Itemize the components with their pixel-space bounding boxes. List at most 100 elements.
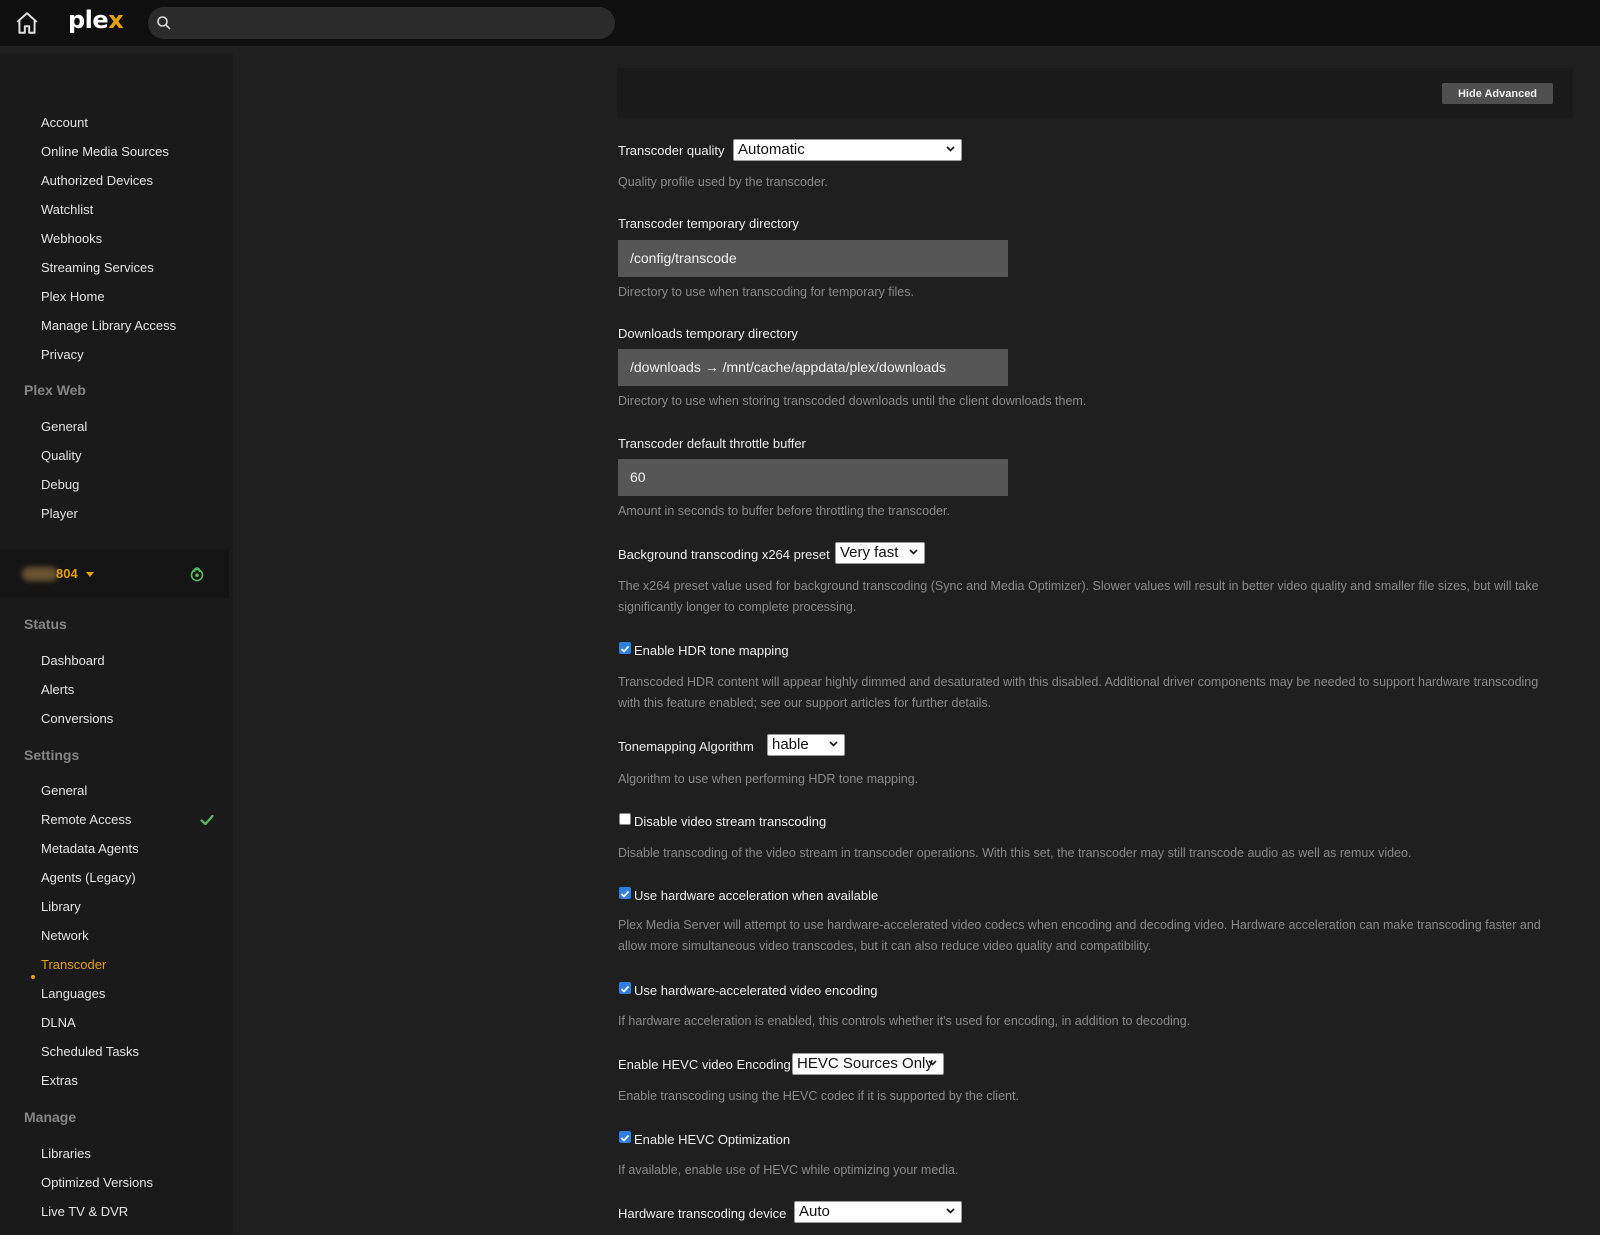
logo-text: ple bbox=[68, 6, 109, 34]
lock-icon bbox=[190, 567, 204, 582]
hevc-optimization-checkbox[interactable] bbox=[619, 1131, 631, 1143]
x264-preset-select[interactable]: Very fast bbox=[835, 542, 925, 564]
sidebar-item-metadata-agents[interactable]: Metadata Agents bbox=[41, 841, 139, 856]
sidebar-item-conversions[interactable]: Conversions bbox=[41, 711, 113, 726]
temp-dir-label: Transcoder temporary directory bbox=[618, 216, 799, 231]
sidebar-heading-status: Status bbox=[24, 616, 67, 632]
sidebar-item-streaming-services[interactable]: Streaming Services bbox=[41, 260, 154, 275]
sidebar-item-watchlist[interactable]: Watchlist bbox=[41, 202, 93, 217]
sidebar-item-account[interactable]: Account bbox=[41, 115, 88, 130]
sidebar-item-plex-home[interactable]: Plex Home bbox=[41, 289, 105, 304]
hardware-acceleration-help: Plex Media Server will attempt to use ha… bbox=[618, 918, 1541, 953]
tonemap-algorithm-label: Tonemapping Algorithm bbox=[618, 739, 754, 754]
temp-dir-input[interactable]: /config/transcode bbox=[618, 240, 1008, 277]
plex-logo[interactable]: plex bbox=[68, 6, 124, 34]
sidebar-item-library[interactable]: Library bbox=[41, 899, 81, 914]
downloads-dir-label: Downloads temporary directory bbox=[618, 326, 798, 341]
throttle-buffer-input[interactable]: 60 bbox=[618, 459, 1008, 496]
tonemap-algorithm-help: Algorithm to use when performing HDR ton… bbox=[618, 772, 919, 786]
checkmark-icon bbox=[620, 1134, 630, 1142]
server-selector[interactable]: 804 bbox=[0, 550, 229, 598]
hevc-encoding-help: Enable transcoding using the HEVC codec … bbox=[618, 1089, 1019, 1103]
sidebar-item-privacy[interactable]: Privacy bbox=[41, 347, 84, 362]
sidebar-item-network[interactable]: Network bbox=[41, 928, 89, 943]
sidebar-item-online-media-sources[interactable]: Online Media Sources bbox=[41, 144, 169, 159]
sidebar-item-live-tv-dvr[interactable]: Live TV & DVR bbox=[41, 1204, 128, 1219]
hide-advanced-button[interactable]: Hide Advanced bbox=[1442, 83, 1553, 104]
transcoder-quality-help: Quality profile used by the transcoder. bbox=[618, 175, 828, 189]
hdr-tone-mapping-help: Transcoded HDR content will appear highl… bbox=[618, 675, 1539, 710]
checkmark-icon bbox=[620, 985, 630, 993]
sidebar-item-optimized-versions[interactable]: Optimized Versions bbox=[41, 1175, 153, 1190]
chevron-down-icon bbox=[829, 741, 838, 747]
sidebar-item-web-player[interactable]: Player bbox=[41, 506, 78, 521]
sidebar-item-languages[interactable]: Languages bbox=[41, 986, 105, 1001]
disable-video-transcoding-checkbox[interactable] bbox=[619, 813, 631, 825]
transcoder-quality-value: Automatic bbox=[738, 141, 805, 158]
sidebar-item-general[interactable]: General bbox=[41, 783, 87, 798]
sidebar-item-web-debug[interactable]: Debug bbox=[41, 477, 79, 492]
downloads-dir-input[interactable]: /downloads → /mnt/cache/appdata/plex/dow… bbox=[618, 349, 1008, 386]
hevc-encoding-label: Enable HEVC video Encoding bbox=[618, 1057, 791, 1072]
tonemap-algorithm-value: hable bbox=[772, 736, 809, 753]
transcoder-quality-select[interactable]: Automatic bbox=[733, 139, 962, 161]
logo-accent: x bbox=[108, 6, 124, 34]
throttle-buffer-label: Transcoder default throttle buffer bbox=[618, 436, 806, 451]
sidebar-item-web-general[interactable]: General bbox=[41, 419, 87, 434]
sidebar-heading-plex-web: Plex Web bbox=[24, 382, 86, 398]
hardware-acceleration-checkbox[interactable] bbox=[619, 887, 631, 899]
sidebar-item-libraries[interactable]: Libraries bbox=[41, 1146, 91, 1161]
sidebar-item-web-quality[interactable]: Quality bbox=[41, 448, 81, 463]
tonemap-algorithm-select[interactable]: hable bbox=[767, 734, 845, 756]
settings-header-panel bbox=[617, 68, 1573, 118]
top-bar: plex bbox=[0, 0, 1600, 46]
check-icon bbox=[200, 814, 214, 826]
sidebar-item-agents-legacy[interactable]: Agents (Legacy) bbox=[41, 870, 136, 885]
x264-preset-value: Very fast bbox=[840, 544, 899, 561]
throttle-buffer-help: Amount in seconds to buffer before throt… bbox=[618, 504, 950, 518]
sidebar-item-dlna[interactable]: DLNA bbox=[41, 1015, 76, 1030]
x264-preset-help: The x264 preset value used for backgroun… bbox=[618, 579, 1539, 614]
hdr-tone-mapping-checkbox[interactable] bbox=[619, 642, 631, 654]
hardware-device-label: Hardware transcoding device bbox=[618, 1206, 787, 1221]
chevron-down-icon bbox=[946, 146, 955, 152]
chevron-down-icon bbox=[909, 549, 918, 555]
chevron-down-icon bbox=[928, 1060, 937, 1066]
hdr-tone-mapping-label[interactable]: Enable HDR tone mapping bbox=[634, 643, 789, 658]
server-name[interactable]: 804 bbox=[56, 566, 78, 581]
sidebar-heading-settings: Settings bbox=[24, 747, 80, 763]
hardware-encoding-help: If hardware acceleration is enabled, thi… bbox=[618, 1014, 1191, 1028]
sidebar-item-manage-library-access[interactable]: Manage Library Access bbox=[41, 318, 176, 333]
hevc-optimization-label[interactable]: Enable HEVC Optimization bbox=[634, 1132, 790, 1147]
hevc-encoding-value: HEVC Sources Only bbox=[797, 1055, 933, 1072]
home-icon[interactable] bbox=[14, 10, 40, 36]
caret-down-icon[interactable] bbox=[86, 572, 94, 577]
hardware-device-select[interactable]: Auto bbox=[794, 1201, 962, 1223]
x264-preset-label: Background transcoding x264 preset bbox=[618, 547, 830, 562]
disable-video-transcoding-help: Disable transcoding of the video stream … bbox=[618, 846, 1412, 860]
sidebar-item-alerts[interactable]: Alerts bbox=[41, 682, 74, 697]
hardware-encoding-checkbox[interactable] bbox=[619, 982, 631, 994]
hevc-encoding-select[interactable]: HEVC Sources Only bbox=[792, 1053, 944, 1075]
transcoder-quality-label: Transcoder quality bbox=[618, 143, 725, 158]
hardware-encoding-label[interactable]: Use hardware-accelerated video encoding bbox=[634, 983, 878, 998]
active-indicator bbox=[31, 975, 35, 979]
temp-dir-help: Directory to use when transcoding for te… bbox=[618, 285, 914, 299]
sidebar-item-scheduled-tasks[interactable]: Scheduled Tasks bbox=[41, 1044, 139, 1059]
downloads-dir-help: Directory to use when storing transcoded… bbox=[618, 394, 1087, 408]
hevc-optimization-help: If available, enable use of HEVC while o… bbox=[618, 1163, 959, 1177]
sidebar-item-authorized-devices[interactable]: Authorized Devices bbox=[41, 173, 153, 188]
sidebar-item-extras[interactable]: Extras bbox=[41, 1073, 78, 1088]
sidebar-heading-manage: Manage bbox=[24, 1109, 77, 1125]
search-input[interactable] bbox=[148, 7, 615, 39]
hardware-acceleration-label[interactable]: Use hardware acceleration when available bbox=[634, 888, 878, 903]
sidebar-item-webhooks[interactable]: Webhooks bbox=[41, 231, 102, 246]
server-name-blurred bbox=[22, 567, 58, 581]
sidebar-item-transcoder[interactable]: Transcoder bbox=[41, 957, 106, 972]
checkmark-icon bbox=[620, 645, 630, 653]
chevron-down-icon bbox=[946, 1208, 955, 1214]
disable-video-transcoding-label[interactable]: Disable video stream transcoding bbox=[634, 814, 826, 829]
sidebar-item-dashboard[interactable]: Dashboard bbox=[41, 653, 105, 668]
hardware-device-value: Auto bbox=[799, 1203, 830, 1220]
sidebar-item-remote-access[interactable]: Remote Access bbox=[41, 812, 131, 827]
